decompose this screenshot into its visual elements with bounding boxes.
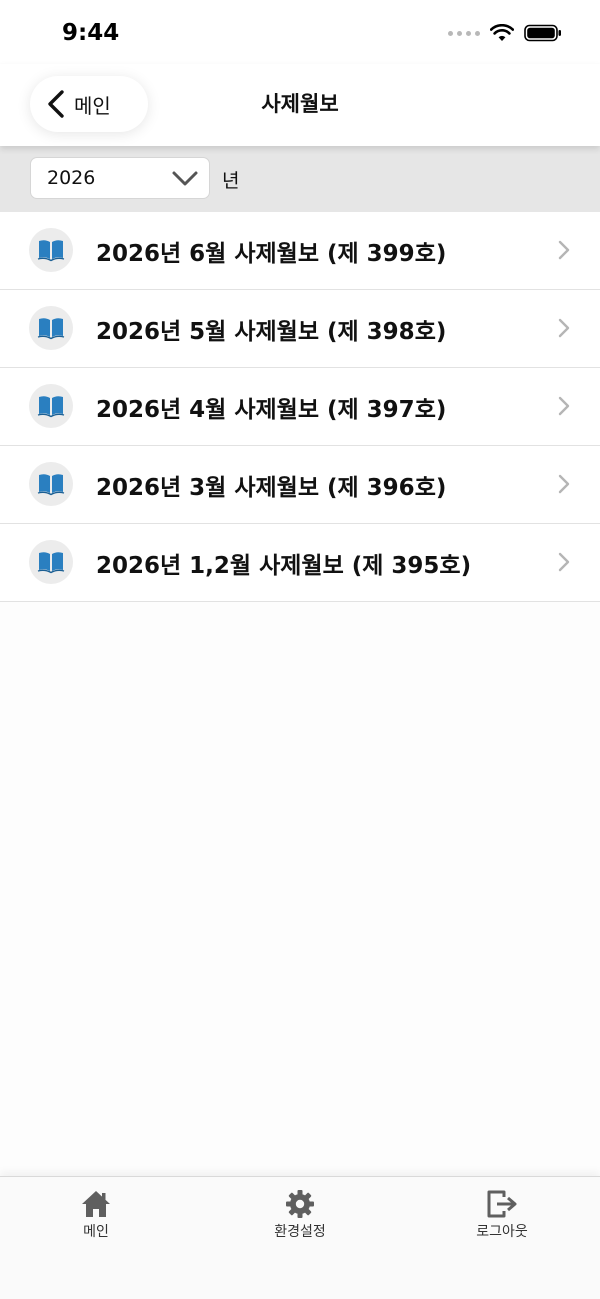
tab-settings[interactable]: 환경설정: [245, 1189, 355, 1245]
chevron-right-icon: [558, 474, 570, 494]
book-icon: [29, 462, 73, 506]
navigation-bar: 메인 사제월보: [0, 64, 600, 146]
issue-list: 2026년 6월 사제월보 (제 399호) 2026년 5월 사제월보 (제 …: [0, 212, 600, 602]
status-time: 9:44: [62, 20, 120, 46]
tab-settings-label: 환경설정: [274, 1224, 326, 1240]
chevron-right-icon: [558, 240, 570, 260]
battery-icon: [524, 24, 561, 42]
gear-icon: [286, 1190, 314, 1218]
tab-logout-label: 로그아웃: [476, 1224, 528, 1240]
issue-title: 2026년 5월 사제월보 (제 398호): [96, 319, 447, 345]
cellular-signal-icon: [448, 30, 480, 36]
list-item[interactable]: 2026년 1,2월 사제월보 (제 395호): [0, 524, 600, 602]
chevron-down-icon: [172, 171, 198, 186]
tab-logout[interactable]: 로그아웃: [447, 1189, 557, 1245]
issue-title: 2026년 3월 사제월보 (제 396호): [96, 475, 447, 501]
status-bar: 9:44: [0, 0, 600, 64]
list-item[interactable]: 2026년 3월 사제월보 (제 396호): [0, 446, 600, 524]
tab-home[interactable]: 메인: [41, 1189, 151, 1245]
issue-title: 2026년 6월 사제월보 (제 399호): [96, 241, 447, 267]
tab-home-label: 메인: [83, 1224, 109, 1240]
year-select[interactable]: 2026: [30, 157, 210, 199]
list-item[interactable]: 2026년 4월 사제월보 (제 397호): [0, 368, 600, 446]
issue-title: 2026년 1,2월 사제월보 (제 395호): [96, 553, 472, 579]
chevron-right-icon: [558, 552, 570, 572]
chevron-right-icon: [558, 396, 570, 416]
wifi-icon: [490, 24, 514, 41]
page-title: 사제월보: [261, 92, 339, 116]
year-select-value: 2026: [47, 167, 96, 189]
chevron-right-icon: [558, 318, 570, 338]
list-item[interactable]: 2026년 5월 사제월보 (제 398호): [0, 290, 600, 368]
book-icon: [29, 306, 73, 350]
book-icon: [29, 384, 73, 428]
tab-bar: 메인 환경설정 로그아웃: [0, 1176, 600, 1299]
home-icon: [82, 1191, 110, 1217]
list-item[interactable]: 2026년 6월 사제월보 (제 399호): [0, 212, 600, 290]
year-unit-label: 년: [222, 170, 240, 192]
status-icons: [448, 24, 562, 42]
year-filter-bar: 2026 년: [0, 146, 600, 212]
logout-icon: [487, 1190, 517, 1218]
book-icon: [29, 540, 73, 584]
issue-title: 2026년 4월 사제월보 (제 397호): [96, 397, 447, 423]
book-icon: [29, 228, 73, 272]
